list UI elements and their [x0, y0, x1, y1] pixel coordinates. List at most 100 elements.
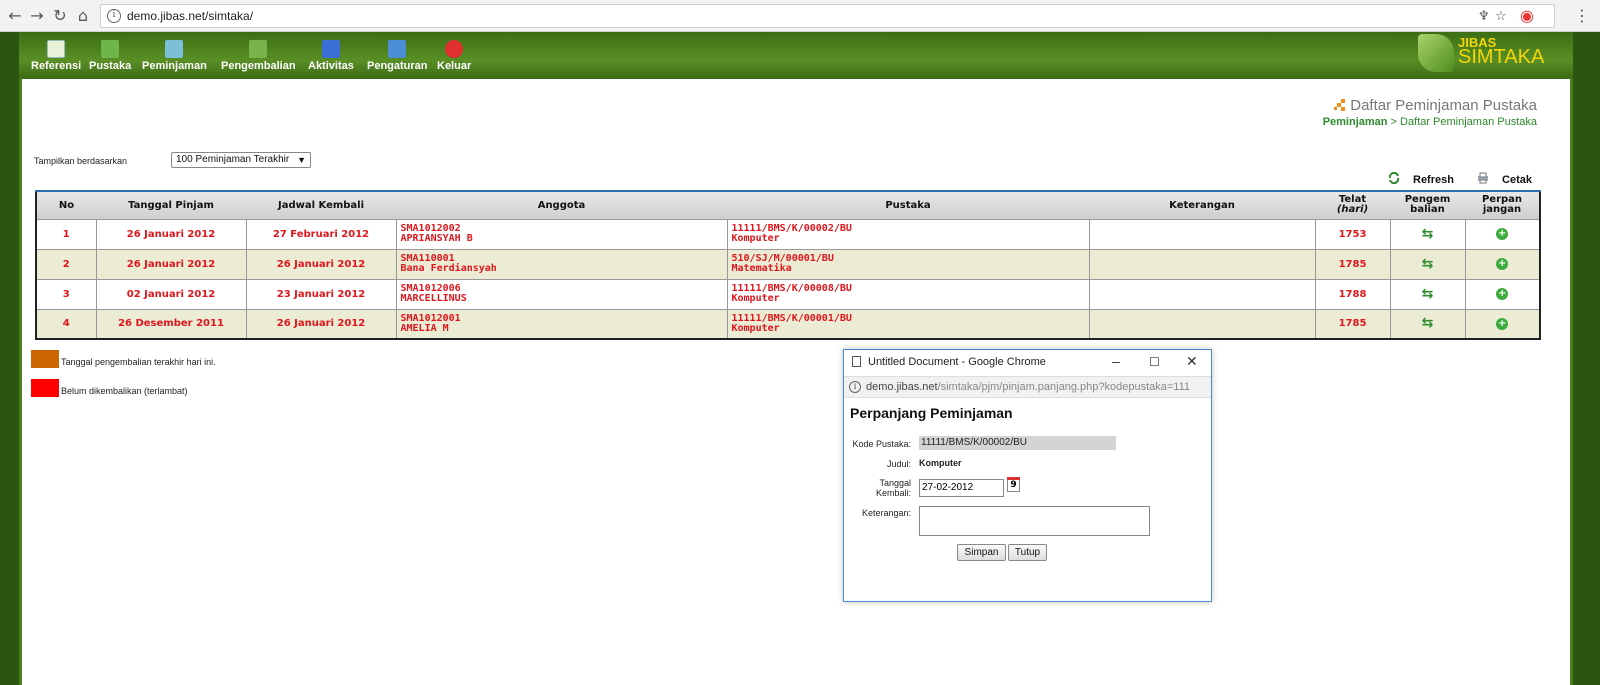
simpan-button[interactable]: Simpan — [957, 544, 1006, 561]
refresh-button[interactable]: Refresh — [1378, 171, 1454, 186]
cell-anggota: SMA1012002 APRIANSYAH B — [395, 218, 728, 250]
extend-plus-icon[interactable]: + — [1496, 288, 1509, 300]
extension-icon[interactable]: ♆ — [1478, 9, 1490, 24]
menu-aktivitas[interactable]: Aktivitas — [308, 40, 354, 72]
info-icon: i — [849, 381, 861, 393]
tanggal-kembali-input[interactable]: 27-02-2012 — [919, 479, 1004, 497]
cell-no: 1 — [35, 218, 97, 250]
col-pengembalian: Pengem balian — [1390, 190, 1465, 219]
pustaka-judul: Komputer — [731, 233, 780, 244]
extend-plus-icon[interactable]: + — [1496, 258, 1509, 270]
refresh-icon — [1388, 171, 1400, 185]
settings-icon — [388, 40, 407, 58]
return-swap-icon[interactable]: ⇆ — [1422, 257, 1434, 271]
minimize-icon[interactable]: – — [1112, 353, 1120, 369]
print-button[interactable]: Cetak — [1467, 172, 1532, 186]
table-actions: Refresh Cetak — [1368, 171, 1532, 186]
cell-telat: 1785 — [1314, 308, 1391, 340]
return-swap-icon[interactable]: ⇆ — [1422, 316, 1434, 330]
menu-pustaka[interactable]: Pustaka — [89, 40, 131, 72]
forward-icon[interactable]: → — [28, 7, 46, 25]
home-icon[interactable]: ⌂ — [74, 7, 92, 25]
filter-label: Tampilkan berdasarkan — [34, 156, 128, 166]
maximize-icon[interactable]: ☐ — [1149, 355, 1160, 369]
document-icon — [852, 356, 861, 367]
kode-pustaka-field: 11111/BMS/K/00002/BU — [919, 436, 1116, 450]
referensi-icon — [47, 40, 66, 58]
breadcrumb-current: Daftar Peminjaman Pustaka — [1400, 116, 1537, 128]
page-background-left — [0, 32, 19, 685]
back-icon[interactable]: ← — [6, 7, 24, 25]
return-swap-icon[interactable]: ⇆ — [1422, 227, 1434, 241]
anggota-nama: MARCELLINUS — [400, 293, 467, 304]
address-bar[interactable]: i demo.jibas.net/simtaka/ ♆ ☆ — [100, 4, 1555, 28]
cell-pengembalian: ⇆ — [1389, 248, 1466, 280]
tanggal-label: Tanggal Kembali: — [847, 478, 911, 498]
tanggal-label-line2: Kembali: — [875, 488, 911, 498]
menu-label: Pengaturan — [367, 60, 428, 72]
table-row: 3 02 Januari 2012 23 Januari 2012 SMA101… — [35, 278, 1541, 310]
print-label: Cetak — [1502, 174, 1532, 186]
legend-text-late: Belum dikembalikan (terlambat) — [61, 386, 188, 396]
col-pustaka: Pustaka — [727, 190, 1089, 219]
borrow-icon — [165, 40, 184, 58]
cell-anggota: SMA1012006 MARCELLINUS — [395, 278, 728, 310]
cell-anggota: SMA1012001 AMELIA M — [395, 308, 728, 340]
col-jadwal-kembali: Jadwal Kembali — [246, 190, 396, 219]
loan-table: No Tanggal Pinjam Jadwal Kembali Anggota… — [35, 190, 1541, 340]
tutup-button[interactable]: Tutup — [1008, 544, 1047, 561]
profile-icon[interactable]: ◉ — [1518, 7, 1536, 25]
menu-pengaturan[interactable]: Pengaturan — [367, 40, 428, 72]
extend-plus-icon[interactable]: + — [1496, 317, 1509, 330]
col-telat-line2: (hari) — [1336, 204, 1369, 216]
calendar-icon[interactable]: 9 — [1007, 477, 1020, 492]
info-icon[interactable]: i — [107, 9, 121, 23]
return-swap-icon[interactable]: ⇆ — [1422, 287, 1434, 301]
col-tanggal-pinjam: Tanggal Pinjam — [96, 190, 246, 219]
pustaka-judul: Komputer — [731, 293, 780, 304]
col-perpanjangan: Perpan jangan — [1465, 190, 1540, 219]
menu-label: Referensi — [31, 60, 82, 72]
legend-swatch-late — [31, 379, 59, 397]
popup-address-bar[interactable]: i demo.jibas.net/simtaka/pjm/pinjam.panj… — [844, 376, 1211, 398]
extend-plus-icon[interactable]: + — [1496, 228, 1509, 240]
keterangan-textarea[interactable] — [919, 506, 1150, 536]
col-telat: Telat (hari) — [1315, 190, 1390, 219]
close-icon[interactable]: ✕ — [1186, 353, 1198, 370]
anggota-nama: AMELIA M — [400, 322, 449, 334]
cell-pustaka: 11111/BMS/K/00008/BU Komputer — [726, 278, 1090, 310]
table-row: 4 26 Desember 2011 26 Januari 2012 SMA10… — [35, 308, 1541, 340]
tanggal-label-line1: Tanggal — [879, 478, 911, 488]
cell-jadwal-kembali: 26 Januari 2012 — [245, 248, 397, 280]
menu-referensi[interactable]: Referensi — [31, 40, 81, 72]
jibas-simtaka-logo: JIBAS SIMTAKA — [1414, 32, 1544, 76]
cell-no: 4 — [35, 308, 97, 340]
cell-perpanjangan: + — [1464, 248, 1541, 280]
cell-keterangan — [1088, 248, 1316, 280]
bookmark-star-icon[interactable]: ☆ — [1495, 9, 1507, 24]
table-row: 2 26 Januari 2012 26 Januari 2012 SMA110… — [35, 248, 1541, 280]
reload-icon[interactable]: ↻ — [51, 7, 69, 25]
legend-swatch-today — [31, 350, 59, 368]
title-bullet-icon — [1334, 98, 1346, 111]
logo-text-bottom: SIMTAKA — [1458, 46, 1545, 68]
cell-keterangan — [1088, 278, 1316, 310]
menu-label: Pustaka — [89, 60, 132, 72]
cell-pustaka: 11111/BMS/K/00002/BU Komputer — [726, 218, 1090, 250]
pustaka-judul: Matematika — [731, 263, 792, 274]
breadcrumb-peminjaman[interactable]: Peminjaman — [1323, 116, 1388, 128]
return-icon — [249, 40, 268, 58]
menu-peminjaman[interactable]: Peminjaman — [142, 40, 207, 72]
filter-select[interactable]: 100 Peminjaman Terakhir ▼ — [171, 152, 311, 168]
cell-jadwal-kembali: 27 Februari 2012 — [245, 218, 397, 250]
cell-pustaka: 11111/BMS/K/00001/BU Komputer — [726, 308, 1090, 340]
cell-perpanjangan: + — [1464, 218, 1541, 250]
address-url[interactable]: demo.jibas.net/simtaka/ — [127, 9, 253, 23]
menu-kebab-icon[interactable]: ⋮ — [1573, 7, 1591, 25]
cell-tanggal-pinjam: 26 Desember 2011 — [95, 308, 247, 340]
extend-loan-popup: Untitled Document - Google Chrome – ☐ ✕ … — [843, 349, 1212, 602]
cell-perpanjangan: + — [1464, 278, 1541, 310]
menu-pengembalian[interactable]: Pengembalian — [221, 40, 296, 72]
cell-telat: 1788 — [1314, 278, 1391, 310]
menu-keluar[interactable]: Keluar — [437, 40, 471, 72]
